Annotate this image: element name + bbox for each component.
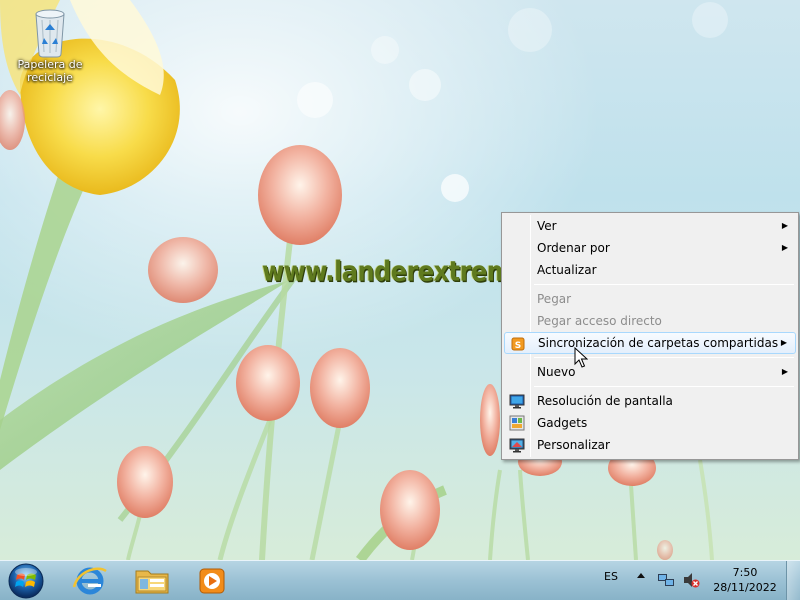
sync-icon: S [511, 337, 525, 351]
submenu-arrow-icon: ▶ [781, 221, 788, 230]
watermark-text: www.landerextremo.com [262, 255, 502, 288]
personalize-icon [509, 438, 525, 453]
menu-item-ordenar-por[interactable]: Ordenar por ▶ [504, 237, 796, 259]
recycle-bin-label: Papelera de reciclaje [17, 58, 83, 84]
menu-item-label: Resolución de pantalla [537, 394, 673, 408]
menu-item-resolucion[interactable]: Resolución de pantalla [504, 390, 796, 412]
menu-item-pegar[interactable]: Pegar [504, 288, 796, 310]
gadgets-icon [509, 415, 525, 431]
start-orb-icon[interactable] [4, 563, 48, 599]
show-hidden-icons-icon[interactable] [636, 571, 646, 581]
submenu-arrow-icon: ▶ [781, 367, 788, 376]
svg-text:S: S [515, 341, 521, 351]
volume-muted-icon[interactable] [682, 571, 700, 589]
menu-separator [534, 386, 794, 387]
menu-item-label: Pegar [537, 292, 572, 306]
menu-item-label: Personalizar [537, 438, 610, 452]
menu-item-pegar-acceso-directo[interactable]: Pegar acceso directo [504, 310, 796, 332]
menu-item-label: Gadgets [537, 416, 588, 430]
show-desktop-button[interactable] [786, 561, 800, 600]
desktop[interactable]: www.landerextremo.com Papelera de recicl… [0, 0, 800, 560]
internet-explorer-icon[interactable] [66, 563, 114, 599]
menu-separator [534, 284, 794, 285]
menu-item-label: Nuevo [537, 365, 576, 379]
language-indicator[interactable]: ES [604, 570, 618, 583]
mouse-cursor-icon [574, 347, 588, 368]
menu-item-label: Pegar acceso directo [537, 314, 662, 328]
menu-separator [534, 357, 794, 358]
menu-item-nuevo[interactable]: Nuevo ▶ [504, 361, 796, 383]
taskbar [0, 560, 800, 600]
system-clock[interactable]: 7:50 28/11/2022 [710, 565, 780, 595]
menu-item-actualizar[interactable]: Actualizar [504, 259, 796, 281]
menu-item-label: Ver [537, 219, 557, 233]
submenu-arrow-icon: ▶ [781, 243, 788, 252]
desktop-context-menu: Ver ▶ Ordenar por ▶ Actualizar Pegar Peg… [501, 212, 799, 460]
clock-date: 28/11/2022 [713, 581, 777, 594]
menu-item-sincronizacion[interactable]: S Sincronización de carpetas compartidas… [504, 332, 796, 354]
recycle-bin-icon [35, 9, 65, 58]
file-explorer-icon[interactable] [128, 563, 176, 599]
menu-item-gadgets[interactable]: Gadgets [504, 412, 796, 434]
menu-item-label: Ordenar por [537, 241, 610, 255]
menu-item-label: Actualizar [537, 263, 597, 277]
menu-item-personalizar[interactable]: Personalizar [504, 434, 796, 456]
media-player-icon[interactable] [190, 563, 234, 599]
display-icon [509, 394, 525, 409]
submenu-arrow-icon: ▶ [780, 338, 787, 347]
clock-time: 7:50 [732, 566, 758, 579]
menu-item-ver[interactable]: Ver ▶ [504, 215, 796, 237]
recycle-bin-shortcut[interactable]: Papelera de reciclaje [12, 6, 88, 84]
network-icon[interactable] [657, 571, 675, 589]
